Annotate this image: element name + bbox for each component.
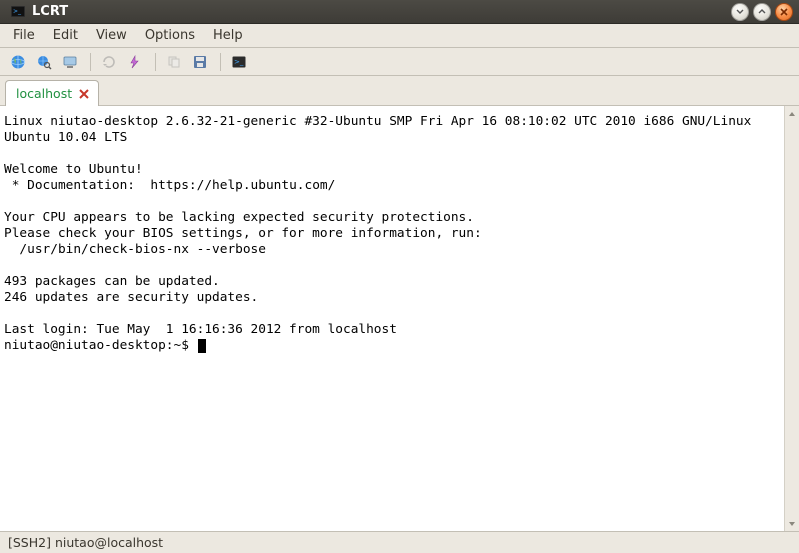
computer-icon[interactable] bbox=[58, 51, 82, 73]
globe-search-icon[interactable] bbox=[32, 51, 56, 73]
app-icon: >_ bbox=[10, 4, 26, 20]
scroll-up-icon[interactable] bbox=[785, 106, 799, 121]
toolbar-separator bbox=[90, 53, 91, 71]
menu-bar: File Edit View Options Help bbox=[0, 24, 799, 48]
copy-icon[interactable] bbox=[162, 51, 186, 73]
toolbar-separator bbox=[155, 53, 156, 71]
svg-text:>_: >_ bbox=[13, 8, 22, 15]
menu-view[interactable]: View bbox=[87, 26, 136, 45]
save-icon[interactable] bbox=[188, 51, 212, 73]
cursor-icon bbox=[198, 339, 206, 353]
terminal-output: Linux niutao-desktop 2.6.32-21-generic #… bbox=[4, 114, 751, 337]
tab-label: localhost bbox=[16, 86, 72, 101]
minimize-button[interactable] bbox=[731, 3, 749, 21]
menu-file[interactable]: File bbox=[4, 26, 44, 45]
status-bar: [SSH2] niutao@localhost bbox=[0, 531, 799, 553]
globe-icon[interactable] bbox=[6, 51, 30, 73]
terminal[interactable]: Linux niutao-desktop 2.6.32-21-generic #… bbox=[0, 106, 784, 531]
terminal-prompt: niutao@niutao-desktop:~$ bbox=[4, 338, 197, 353]
scroll-down-icon[interactable] bbox=[785, 516, 799, 531]
tab-localhost[interactable]: localhost bbox=[5, 80, 99, 106]
terminal-wrap: Linux niutao-desktop 2.6.32-21-generic #… bbox=[0, 106, 799, 531]
close-button[interactable] bbox=[775, 3, 793, 21]
maximize-button[interactable] bbox=[753, 3, 771, 21]
terminal-icon[interactable]: >_ bbox=[227, 51, 251, 73]
tab-bar: localhost bbox=[0, 76, 799, 106]
title-bar: >_ LCRT bbox=[0, 0, 799, 24]
svg-text:>_: >_ bbox=[234, 58, 244, 66]
tab-close-icon[interactable] bbox=[78, 88, 90, 100]
scroll-track[interactable] bbox=[785, 121, 799, 516]
window-title: LCRT bbox=[32, 4, 731, 19]
menu-edit[interactable]: Edit bbox=[44, 26, 87, 45]
reconnect-icon[interactable] bbox=[97, 51, 121, 73]
menu-options[interactable]: Options bbox=[136, 26, 204, 45]
toolbar-separator bbox=[220, 53, 221, 71]
scrollbar[interactable] bbox=[784, 106, 799, 531]
toolbar: >_ bbox=[0, 48, 799, 76]
menu-help[interactable]: Help bbox=[204, 26, 252, 45]
status-text: [SSH2] niutao@localhost bbox=[8, 535, 163, 550]
disconnect-icon[interactable] bbox=[123, 51, 147, 73]
